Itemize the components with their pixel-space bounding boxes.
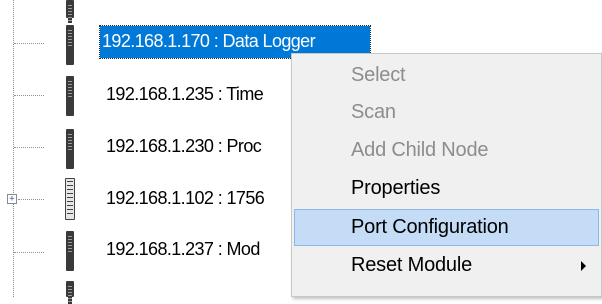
menu-item-scan[interactable]: Scan <box>294 94 599 131</box>
tree-connector-line <box>14 252 44 253</box>
menu-item-properties[interactable]: Properties <box>294 170 599 207</box>
tree-connector-line <box>18 199 44 200</box>
menu-item-reset-module-label: Reset Module <box>351 254 472 276</box>
module-icon[interactable] <box>66 231 74 271</box>
module-icon[interactable] <box>66 25 74 65</box>
menu-item-add-child-node[interactable]: Add Child Node <box>294 132 599 169</box>
module-icon[interactable] <box>66 76 74 116</box>
expand-plus-icon[interactable]: + <box>7 194 17 204</box>
tree-connector-line <box>14 43 44 44</box>
chassis-icon[interactable] <box>65 178 75 220</box>
tree-node-label[interactable]: 192.168.1.230 : Proc <box>104 131 263 163</box>
tree-connector-line <box>14 147 44 148</box>
menu-item-port-configuration[interactable]: Port Configuration <box>294 209 599 246</box>
tree-node-label[interactable]: 192.168.1.237 : Mod <box>104 234 262 266</box>
tree-connector-line <box>14 95 44 96</box>
menu-item-select[interactable]: Select <box>294 57 599 94</box>
menu-item-reset-module[interactable]: Reset Module <box>294 247 599 284</box>
module-icon[interactable] <box>66 129 74 169</box>
chevron-right-icon <box>581 261 586 271</box>
context-menu: Select Scan Add Child Node Properties Po… <box>291 53 602 297</box>
tree-node-label[interactable]: 192.168.1.235 : Time <box>104 79 265 111</box>
module-icon <box>66 0 74 23</box>
tree-node-label[interactable]: 192.168.1.102 : 1756 <box>104 183 266 215</box>
module-icon <box>66 281 74 304</box>
